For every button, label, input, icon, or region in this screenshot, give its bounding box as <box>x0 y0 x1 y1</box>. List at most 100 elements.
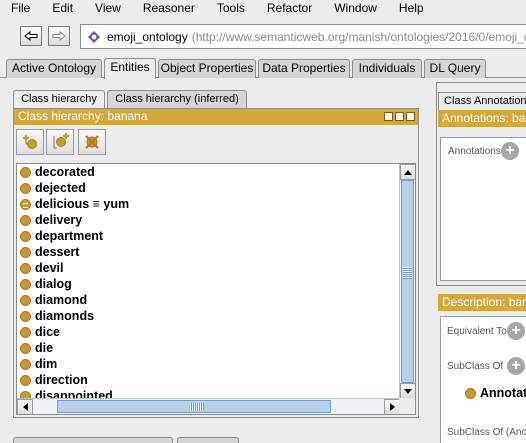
tab-individuals[interactable]: Individuals <box>352 59 422 78</box>
subclass-item-label: Annotat <box>480 386 526 400</box>
bottom-tab-1[interactable] <box>13 437 173 443</box>
ontology-address-bar[interactable]: emoji_ontology (http://www.semanticweb.o… <box>80 24 526 49</box>
tree-item[interactable]: diamond <box>17 292 400 308</box>
class-icon <box>20 278 31 290</box>
tab-class-hierarchy[interactable]: Class hierarchy <box>13 90 105 108</box>
tree-item[interactable]: delicious ≡ yum <box>17 196 400 212</box>
view-float-icon[interactable] <box>395 112 404 121</box>
tree-item-label: delivery <box>35 213 83 227</box>
tree-item[interactable]: dejected <box>17 180 400 196</box>
scroll-down-button[interactable] <box>400 383 415 399</box>
scroll-left-button[interactable] <box>17 399 33 414</box>
menu-reasoner[interactable]: Reasoner <box>132 1 195 15</box>
tab-active-ontology[interactable]: Active Ontology <box>6 59 102 78</box>
horizontal-scroll-thumb[interactable] <box>57 400 331 413</box>
add-sibling-icon <box>53 133 69 149</box>
class-icon <box>20 342 31 354</box>
ontology-icon <box>88 30 100 43</box>
tree-item-label: dialog <box>35 277 72 291</box>
class-icon <box>20 246 31 258</box>
tree-item-label: dice <box>35 325 61 339</box>
menu-refactor[interactable]: Refactor <box>256 1 312 15</box>
tree-item[interactable]: diamonds <box>17 308 400 324</box>
arrow-right-small-icon <box>389 403 395 411</box>
tree-item[interactable]: dessert <box>17 244 400 260</box>
view-close-icon[interactable] <box>406 112 415 121</box>
vertical-scroll-thumb[interactable] <box>401 180 414 383</box>
tree-item[interactable]: dice <box>17 324 400 340</box>
tree-item[interactable]: devil <box>17 260 400 276</box>
delete-class-icon <box>85 135 99 149</box>
scroll-up-button[interactable] <box>400 164 415 180</box>
tab-object-properties[interactable]: Object Properties <box>158 59 256 78</box>
class-icon <box>465 387 476 399</box>
arrow-down-icon <box>404 388 412 394</box>
class-tree[interactable]: decorated dejected delicious ≡ yum delivery… <box>16 163 416 415</box>
menu-file[interactable]: File <box>0 1 30 15</box>
menu-view[interactable]: View <box>84 1 121 15</box>
annotations-label: Annotations <box>448 146 501 157</box>
arrow-left-small-icon <box>22 403 28 411</box>
tree-item[interactable]: dialog <box>17 276 400 292</box>
tab-class-hierarchy-inferred[interactable]: Class hierarchy (inferred) <box>107 90 247 108</box>
class-icon <box>20 358 31 370</box>
tree-item-label: department <box>35 229 104 243</box>
description-box: Equivalent To + SubClass Of + Annotat Su… <box>440 316 526 443</box>
menu-window[interactable]: Window <box>323 1 377 15</box>
annotations-box: Annotations + <box>440 137 526 281</box>
class-hierarchy-view: Class hierarchy: banana decorated deject… <box>13 108 419 418</box>
bottom-tab-2[interactable] <box>177 437 239 443</box>
class-hierarchy-header: Class hierarchy: banana <box>14 109 418 125</box>
add-annotation-icon[interactable]: + <box>501 142 519 160</box>
vertical-scrollbar[interactable] <box>399 164 415 399</box>
add-subclass-button[interactable] <box>16 129 44 155</box>
class-icon <box>20 374 31 386</box>
class-icon <box>20 166 31 178</box>
forward-button[interactable] <box>48 26 70 46</box>
equivalent-class-icon <box>20 198 31 210</box>
tab-class-annotations[interactable]: Class Annotations <box>438 92 526 110</box>
tree-item-label: devil <box>35 261 64 275</box>
tree-item[interactable]: direction <box>17 372 400 388</box>
annotations-header: Annotations: banana <box>438 110 526 127</box>
tab-data-properties[interactable]: Data Properties <box>258 59 350 78</box>
scroll-right-button[interactable] <box>384 399 400 414</box>
delete-class-button[interactable] <box>78 129 106 155</box>
tree-item[interactable]: delivery <box>17 212 400 228</box>
ontology-iri: (http://www.semanticweb.org/manish/ontol… <box>191 29 526 44</box>
back-button[interactable] <box>20 26 42 46</box>
add-subclass-icon <box>23 135 37 149</box>
class-icon <box>20 262 31 274</box>
horizontal-scrollbar[interactable] <box>17 398 400 414</box>
tree-item-label: diamond <box>35 293 88 307</box>
class-icon <box>20 182 31 194</box>
tree-item[interactable]: decorated <box>17 164 400 180</box>
menu-help[interactable]: Help <box>388 1 424 15</box>
view-split-icon[interactable] <box>384 112 393 121</box>
tree-item-label: direction <box>35 373 88 387</box>
scroll-corner <box>399 398 415 414</box>
tab-entities[interactable]: Entities <box>104 58 156 79</box>
menu-edit[interactable]: Edit <box>41 1 73 15</box>
right-panel: Class Annotations Annotations: banana An… <box>432 82 526 443</box>
tree-item[interactable]: dim <box>17 356 400 372</box>
add-sibling-button[interactable] <box>46 129 74 155</box>
class-icon <box>20 326 31 338</box>
class-icon <box>20 310 31 322</box>
subclass-of-label: SubClass Of <box>447 361 504 372</box>
tree-item[interactable]: department <box>17 228 400 244</box>
tab-dl-query[interactable]: DL Query <box>424 59 486 78</box>
equivalent-to-label: Equivalent To <box>447 326 507 337</box>
subclass-item[interactable]: Annotat <box>465 386 526 400</box>
add-superclass-icon[interactable]: + <box>507 357 525 375</box>
class-hierarchy-panel: Class hierarchy Class hierarchy (inferre… <box>5 82 427 443</box>
ontology-name: emoji_ontology <box>107 29 188 44</box>
class-icon <box>20 214 31 226</box>
toolbar: emoji_ontology (http://www.semanticweb.o… <box>0 16 526 58</box>
tree-item-label: die <box>35 341 54 355</box>
class-hierarchy-title: Class hierarchy: banana <box>18 109 148 123</box>
tree-item[interactable]: die <box>17 340 400 356</box>
add-equivalent-icon[interactable]: + <box>507 322 525 340</box>
menu-tools[interactable]: Tools <box>206 1 245 15</box>
main-tab-bar: Active Ontology Entities Object Properti… <box>0 58 526 79</box>
